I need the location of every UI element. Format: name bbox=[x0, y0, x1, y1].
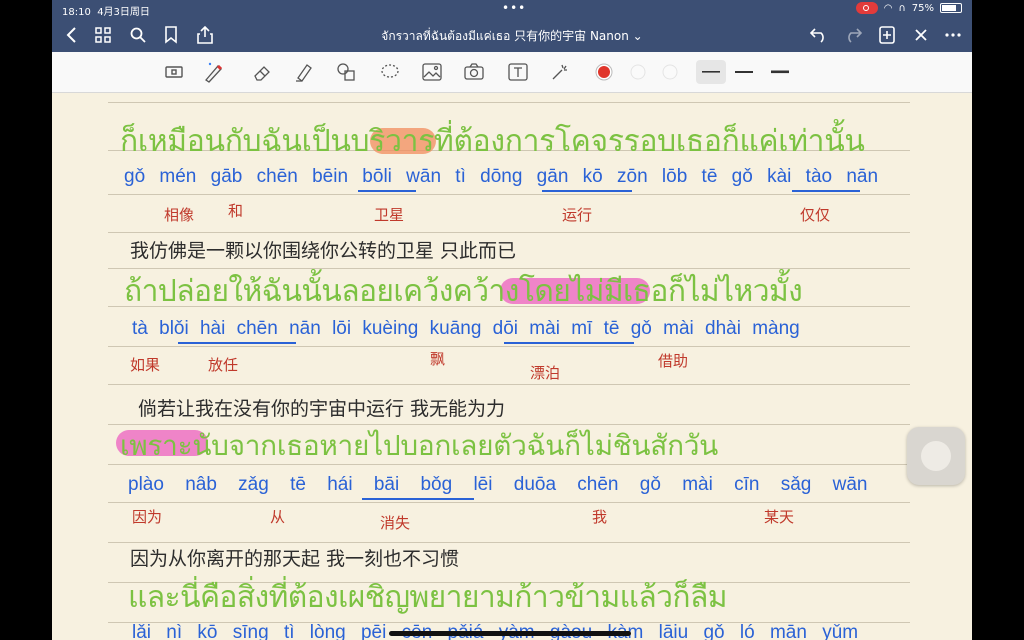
laser-pointer-icon[interactable] bbox=[548, 60, 572, 84]
color-swatch-red[interactable] bbox=[592, 60, 616, 84]
romanization-line-2: tà blǒi hài chēn nān lōi kuèing kuāng dō… bbox=[132, 318, 800, 339]
chinese-translation-2: 倘若让我在没有你的宇宙中运行 我无能为力 bbox=[138, 398, 506, 420]
chinese-annotation: 我 bbox=[592, 508, 608, 526]
ruled-line bbox=[108, 384, 910, 385]
underline bbox=[362, 498, 474, 500]
color-swatch-empty-1[interactable] bbox=[626, 60, 650, 84]
thai-lyric-line-2: ถ้าปล่อยให้ฉันนั้นลอยเคว้งคว้างโดยไม่มีเ… bbox=[124, 274, 803, 309]
chinese-annotation: 从 bbox=[270, 508, 286, 526]
ruled-line bbox=[108, 346, 910, 347]
underline bbox=[792, 190, 860, 192]
chinese-annotation: 相像 bbox=[164, 206, 195, 224]
add-page-icon[interactable] bbox=[876, 24, 898, 46]
stroke-thick[interactable] bbox=[768, 60, 792, 84]
share-icon[interactable] bbox=[194, 24, 216, 46]
stroke-thin-selected[interactable] bbox=[696, 60, 726, 84]
battery-level-fill bbox=[942, 5, 956, 11]
thai-lyric-line-1: ก็เหมือนกับฉันเป็นบริวารที่ต้องการโคจรรอ… bbox=[120, 124, 865, 159]
search-icon[interactable] bbox=[127, 24, 149, 46]
highlighter-icon[interactable] bbox=[292, 60, 316, 84]
battery-icon bbox=[940, 3, 962, 13]
color-swatch-empty-2[interactable] bbox=[658, 60, 682, 84]
romanization-line-1: gǒ mén gāb chēn bēin bōli wān tì dōng gā… bbox=[124, 166, 879, 187]
underline bbox=[358, 190, 416, 192]
chinese-annotation: 和 bbox=[228, 202, 244, 220]
ruled-line bbox=[108, 542, 910, 543]
back-icon[interactable] bbox=[60, 24, 82, 46]
close-icon[interactable] bbox=[910, 24, 932, 46]
chinese-translation-3: 因为从你离开的那天起 我一刻也不习惯 bbox=[130, 548, 460, 570]
ruled-line bbox=[108, 232, 910, 233]
chinese-annotation: 借助 bbox=[658, 352, 689, 370]
bookmark-icon[interactable] bbox=[160, 24, 182, 46]
chinese-annotation: 仅仅 bbox=[800, 206, 831, 224]
more-icon[interactable] bbox=[942, 24, 964, 46]
underline bbox=[542, 190, 632, 192]
chinese-annotation: 消失 bbox=[380, 514, 411, 532]
ruled-line bbox=[108, 102, 910, 103]
chinese-annotation: 如果 bbox=[130, 356, 161, 374]
thumbnails-grid-icon[interactable] bbox=[92, 24, 114, 46]
thai-lyric-line-4: และนี่คือสิ่งที่ต้องเผชิญพยายามก้าวข้ามแ… bbox=[128, 580, 728, 615]
wifi-icon: ◠ bbox=[883, 2, 893, 14]
chinese-annotation: 某天 bbox=[764, 508, 795, 526]
chinese-translation-1: 我仿佛是一颗以你围绕你公转的卫星 只此而已 bbox=[130, 240, 517, 262]
assistive-touch-button[interactable] bbox=[907, 427, 965, 485]
ruled-line bbox=[108, 194, 910, 195]
multitask-dots[interactable]: ••• bbox=[502, 1, 526, 15]
battery-percent: 75% bbox=[911, 2, 934, 14]
document-title[interactable]: จักรวาลที่ฉันต้องมีแค่เธอ 只有你的宇宙 Nanon ⌄ bbox=[352, 27, 672, 46]
chinese-annotation: 卫星 bbox=[374, 206, 405, 224]
status-time: 18:10 4月3日周日 bbox=[62, 7, 150, 18]
redo-icon[interactable] bbox=[842, 24, 864, 46]
notebook-page[interactable]: ก็เหมือนกับฉันเป็นบริวารที่ต้องการโคจรรอ… bbox=[52, 92, 972, 640]
undo-icon[interactable] bbox=[808, 24, 830, 46]
drawing-toolbar bbox=[52, 52, 972, 93]
shapes-icon[interactable] bbox=[334, 60, 358, 84]
status-bar: 18:10 4月3日周日 ••• ◠ ∩ 75% bbox=[52, 0, 972, 18]
chinese-annotation: 运行 bbox=[562, 206, 593, 224]
chinese-annotation: 飘 bbox=[430, 350, 446, 368]
lasso-icon[interactable] bbox=[378, 60, 402, 84]
document-navbar: จักรวาลที่ฉันต้องมีแค่เธอ 只有你的宇宙 Nanon ⌄ bbox=[52, 18, 972, 52]
zoom-window-icon[interactable] bbox=[162, 60, 186, 84]
thai-lyric-line-3: เพราะนับจากเธอหายไปบอกเลยตัวฉันก็ไม่ชินส… bbox=[120, 429, 718, 462]
camera-icon[interactable] bbox=[462, 60, 486, 84]
chinese-annotation: 因为 bbox=[132, 508, 163, 526]
ruled-line bbox=[108, 502, 910, 503]
stroke-medium[interactable] bbox=[732, 60, 756, 84]
home-indicator[interactable] bbox=[389, 631, 631, 636]
image-icon[interactable] bbox=[420, 60, 444, 84]
ipad-screen: 18:10 4月3日周日 ••• ◠ ∩ 75% จักรวาลที่ฉันต้… bbox=[52, 0, 972, 640]
chinese-annotation: 放任 bbox=[208, 356, 239, 374]
romanization-line-3: plào nâb zǎg tē hái bāi bǒg lēi duōa chē… bbox=[128, 474, 868, 495]
status-indicators: ◠ ∩ 75% bbox=[855, 2, 962, 14]
pen-icon[interactable] bbox=[202, 60, 226, 84]
underline bbox=[504, 342, 634, 344]
eraser-icon[interactable] bbox=[250, 60, 274, 84]
text-box-icon[interactable] bbox=[506, 60, 530, 84]
headphones-icon: ∩ bbox=[898, 2, 906, 14]
screen-record-icon bbox=[855, 2, 878, 14]
chinese-annotation: 漂泊 bbox=[530, 364, 561, 382]
underline bbox=[178, 342, 296, 344]
